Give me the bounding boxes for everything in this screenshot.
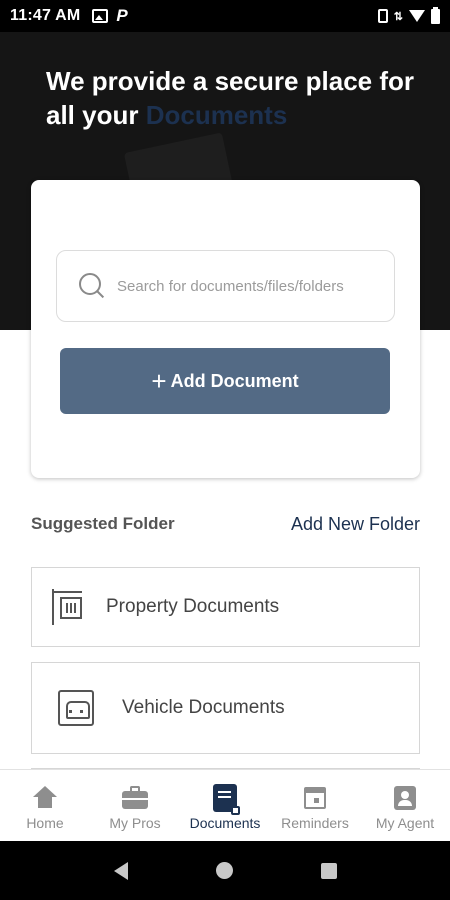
hero-title-line-2-prefix: all your xyxy=(46,100,146,130)
vibrate-icon xyxy=(377,9,388,23)
home-circle-icon[interactable] xyxy=(215,862,233,879)
hero-title-accent: Documents xyxy=(145,100,288,130)
document-icon xyxy=(213,784,240,815)
bottom-nav: Home My Pros Documents Reminders My Agen… xyxy=(0,769,450,841)
status-time: 11:47 AM xyxy=(10,7,81,24)
nav-item-documents[interactable]: Documents xyxy=(180,770,270,841)
hero-title: We provide a secure place for all your D… xyxy=(46,64,426,132)
nav-item-reminders[interactable]: Reminders xyxy=(270,770,360,841)
recents-icon[interactable] xyxy=(320,862,337,879)
folder-label: Vehicle Documents xyxy=(122,697,285,718)
home-icon xyxy=(33,786,57,808)
nav-item-my-agent[interactable]: My Agent xyxy=(360,770,450,841)
back-icon[interactable] xyxy=(113,861,128,880)
search-box[interactable] xyxy=(56,250,395,322)
image-icon xyxy=(92,9,109,23)
status-left-icons: P xyxy=(92,6,128,26)
wifi-icon xyxy=(409,10,425,22)
status-right-icons: ⇅ xyxy=(377,6,440,24)
nav-label-home: Home xyxy=(26,815,64,831)
car-icon xyxy=(58,690,94,726)
suggested-folder-title: Suggested Folder xyxy=(31,514,175,533)
nav-label-reminders: Reminders xyxy=(281,815,349,831)
agent-icon xyxy=(394,786,416,810)
status-bar: 11:47 AM P ⇅ xyxy=(0,0,450,32)
nav-label-documents: Documents xyxy=(189,815,261,831)
building-icon xyxy=(52,589,84,625)
parking-icon: P xyxy=(116,6,128,25)
nav-label-my-agent: My Agent xyxy=(375,815,435,831)
calendar-icon xyxy=(304,787,326,809)
nav-label-my-pros: My Pros xyxy=(109,815,161,831)
briefcase-icon xyxy=(122,786,148,809)
documents-card: + Add Document xyxy=(31,180,420,478)
hero-title-line-1: We provide a secure place for xyxy=(46,66,414,96)
add-document-button[interactable]: + Add Document xyxy=(60,348,390,414)
folder-vehicle-documents[interactable]: Vehicle Documents xyxy=(31,662,420,754)
add-new-folder-link[interactable]: Add New Folder xyxy=(291,514,420,535)
nav-item-home[interactable]: Home xyxy=(0,770,90,841)
add-document-label: Add Document xyxy=(170,370,299,391)
plus-icon: + xyxy=(151,366,167,396)
nav-item-my-pros[interactable]: My Pros xyxy=(90,770,180,841)
data-icon: ⇅ xyxy=(393,10,403,23)
folder-label: Property Documents xyxy=(106,596,280,617)
folder-property-documents[interactable]: Property Documents xyxy=(31,567,420,647)
search-icon xyxy=(79,273,105,299)
system-nav-bar xyxy=(0,841,450,900)
battery-icon xyxy=(431,6,440,24)
search-input[interactable] xyxy=(117,277,372,295)
